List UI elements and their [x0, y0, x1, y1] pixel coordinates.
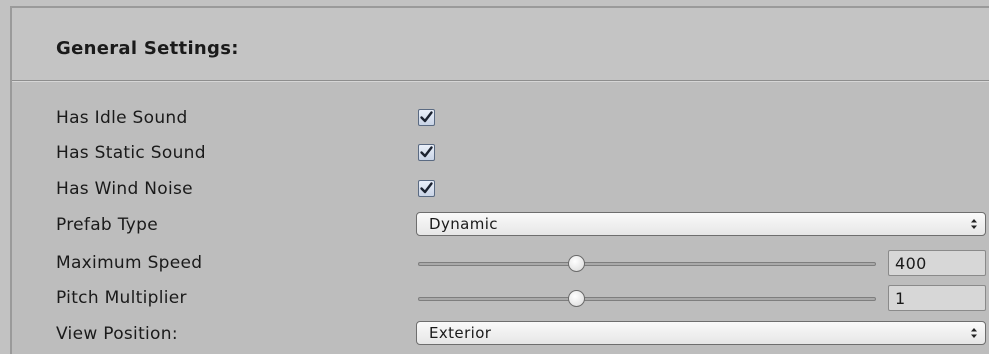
row-view-position: View Position: Exterior — [56, 318, 986, 352]
pitch-multiplier-value: 1 — [895, 289, 906, 308]
updown-arrow-icon — [971, 328, 977, 338]
prefab-type-value: Dynamic — [429, 215, 498, 233]
row-has-static-sound: Has Static Sound — [56, 137, 986, 171]
maximum-speed-label: Maximum Speed — [56, 253, 203, 273]
inspector-panel: General Settings: Has Idle Sound Has Sta… — [0, 0, 989, 354]
has-wind-noise-label: Has Wind Noise — [56, 179, 193, 199]
pitch-multiplier-slider-track[interactable] — [418, 297, 876, 301]
pitch-multiplier-label: Pitch Multiplier — [56, 288, 187, 308]
view-position-label: View Position: — [56, 324, 178, 344]
section-title: General Settings: — [56, 38, 239, 59]
has-idle-sound-label: Has Idle Sound — [56, 108, 188, 128]
checkmark-icon — [420, 182, 433, 194]
view-position-dropdown[interactable]: Exterior — [416, 321, 986, 345]
view-position-value: Exterior — [429, 324, 492, 342]
maximum-speed-slider-track[interactable] — [418, 262, 876, 266]
has-wind-noise-checkbox[interactable] — [418, 180, 435, 197]
row-has-idle-sound: Has Idle Sound — [56, 102, 986, 136]
checkmark-icon — [420, 111, 433, 123]
has-idle-sound-checkbox[interactable] — [418, 109, 435, 126]
pitch-multiplier-input[interactable]: 1 — [888, 285, 986, 311]
row-pitch-multiplier: Pitch Multiplier 1 — [56, 282, 986, 316]
pitch-multiplier-slider-thumb[interactable] — [567, 290, 585, 307]
row-has-wind-noise: Has Wind Noise — [56, 173, 986, 207]
prefab-type-label: Prefab Type — [56, 215, 158, 235]
checkmark-icon — [420, 146, 433, 158]
row-maximum-speed: Maximum Speed 400 — [56, 247, 986, 281]
prefab-type-dropdown[interactable]: Dynamic — [416, 212, 986, 236]
row-prefab-type: Prefab Type Dynamic — [56, 209, 986, 243]
header-divider — [12, 80, 989, 82]
has-static-sound-checkbox[interactable] — [418, 144, 435, 161]
maximum-speed-slider-thumb[interactable] — [567, 255, 585, 272]
updown-arrow-icon — [971, 219, 977, 229]
maximum-speed-value: 400 — [895, 254, 927, 273]
maximum-speed-input[interactable]: 400 — [888, 250, 986, 276]
has-static-sound-label: Has Static Sound — [56, 143, 206, 163]
